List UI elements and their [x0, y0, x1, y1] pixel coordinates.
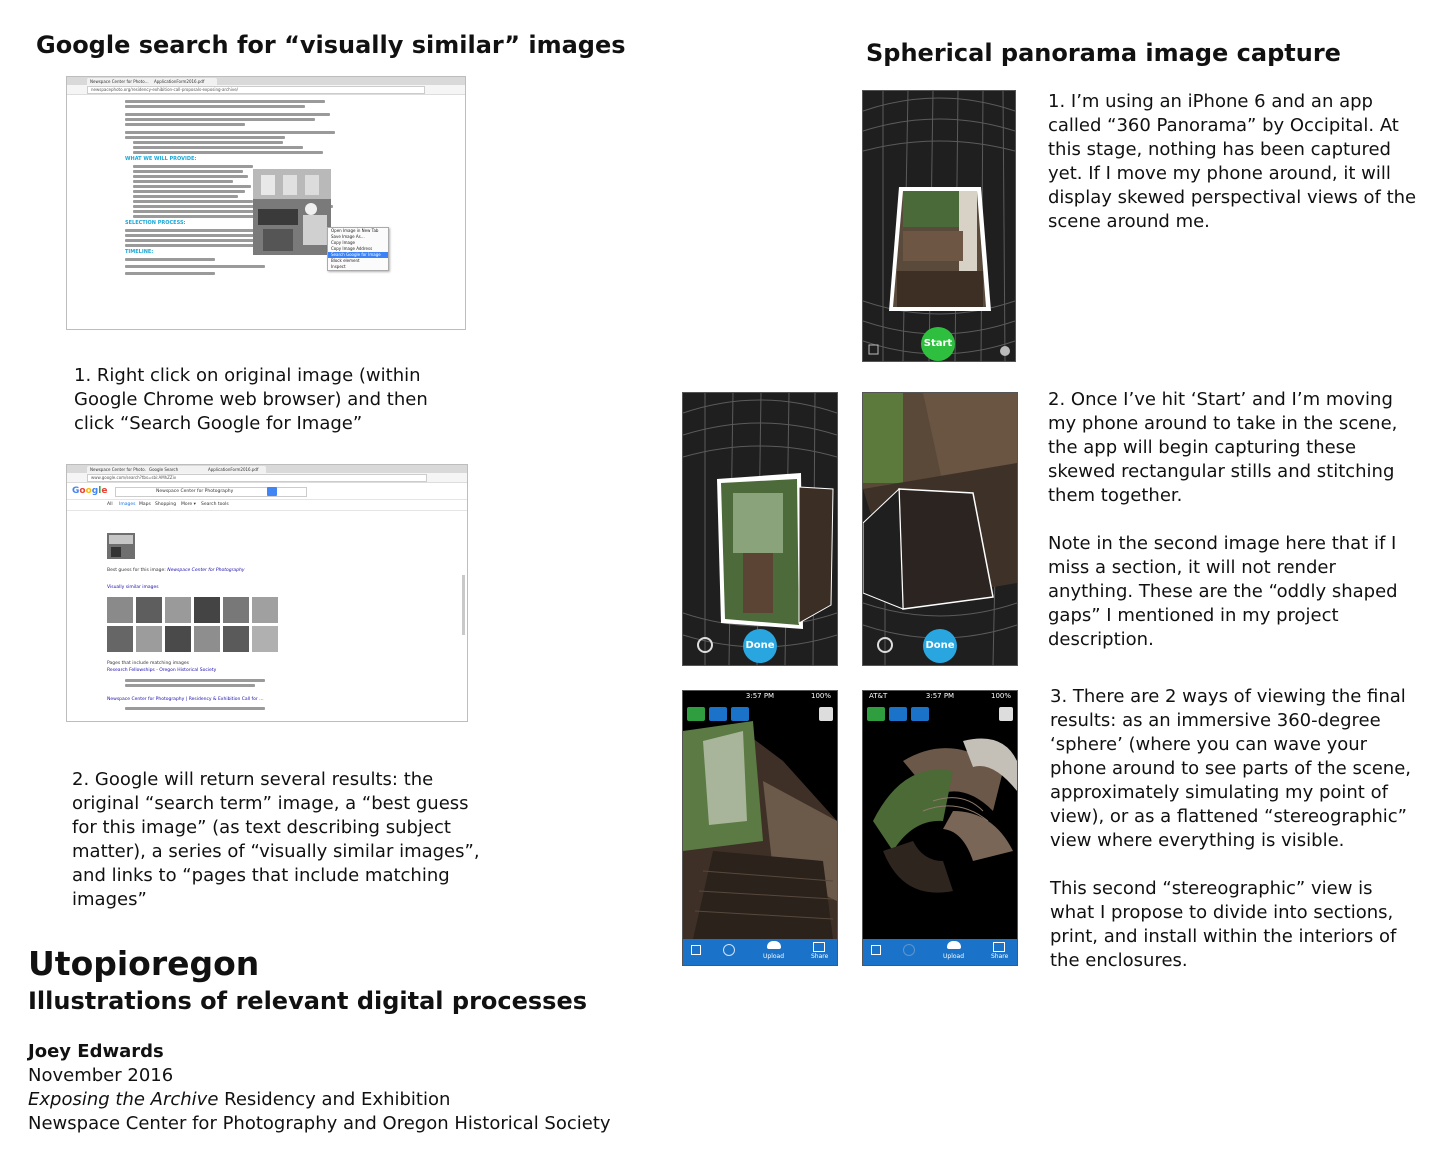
left-section-title: Google search for “visually similar” ima…: [36, 31, 626, 59]
gallery-icon[interactable]: [709, 707, 727, 721]
camera-icon[interactable]: [867, 707, 885, 721]
credit-date: November 2016: [28, 1065, 174, 1086]
status-bar: AT&T 3:57 PM 100%: [863, 691, 1017, 701]
residency-rest: Residency and Exhibition: [218, 1089, 451, 1110]
right-step-2: 2. Once I’ve hit ‘Start’ and I’m moving …: [1048, 389, 1398, 506]
chrome-context-menu-screenshot: Newspace Center for Photo… ApplicationFo…: [66, 76, 466, 330]
status-time: 3:57 PM: [745, 692, 775, 700]
google-search-bar: Google Newspace Center for Photography: [67, 483, 467, 500]
search-button[interactable]: [267, 487, 277, 496]
browser-tab: Newspace Center for Photo…: [87, 78, 153, 85]
url-field: newspacephoto.org/residency-exhibition-c…: [87, 86, 425, 94]
profile-icon[interactable]: [999, 707, 1013, 721]
menu-item-inspect[interactable]: Inspect: [328, 264, 388, 270]
context-menu: Open Image in New Tab Save Image As… Cop…: [327, 227, 389, 271]
upload-label[interactable]: Upload: [763, 953, 784, 960]
bottom-toolbar: Upload Share: [683, 939, 837, 965]
status-battery: 100%: [810, 692, 831, 700]
gallery-icon[interactable]: [889, 707, 907, 721]
done-button[interactable]: Done: [743, 629, 777, 663]
right-step-3-block: 3. There are 2 ways of viewing the final…: [1050, 685, 1422, 973]
upload-icon[interactable]: [947, 941, 961, 949]
browser-tab: Google Search: [146, 466, 207, 473]
nav-all[interactable]: All: [107, 502, 113, 508]
visually-similar-grid[interactable]: [107, 597, 279, 653]
best-guess-link[interactable]: Newspace Center for Photography: [167, 568, 244, 573]
result-link-1[interactable]: Research Fellowships - Oregon Historical…: [107, 668, 216, 674]
status-time: 3:57 PM: [925, 692, 955, 700]
browser-tab: ApplicationForm2016.pdf: [151, 78, 217, 85]
google-logo: Google: [72, 486, 108, 496]
share-label[interactable]: Share: [811, 953, 828, 960]
search-term-thumbnail[interactable]: [107, 533, 135, 559]
right-step-3: 3. There are 2 ways of viewing the final…: [1050, 686, 1412, 851]
project-title: Utopioregon: [28, 944, 260, 983]
start-button[interactable]: Start: [921, 327, 955, 361]
status-battery: 100%: [990, 692, 1011, 700]
comment-icon[interactable]: [731, 707, 749, 721]
nav-shopping[interactable]: Shopping: [155, 502, 176, 508]
left-step-1: 1. Right click on original image (within…: [74, 365, 428, 434]
comment-icon[interactable]: [911, 707, 929, 721]
right-step-3-note: This second “stereographic” view is what…: [1050, 878, 1397, 971]
search-input[interactable]: Newspace Center for Photography: [115, 487, 307, 497]
phone-screen-sphere: 3:57 PM 100% Upload Share: [682, 690, 838, 966]
browser-tab-strip: Newspace Center for Photo… Google Search…: [67, 465, 467, 473]
author-name: Joey Edwards: [28, 1041, 164, 1062]
browser-tab: ApplicationForm2016.pdf: [205, 466, 266, 473]
residency-name-italic: Exposing the Archive: [28, 1089, 219, 1110]
camera-icon[interactable]: [687, 707, 705, 721]
bottom-toolbar: Upload Share: [863, 939, 1017, 965]
nav-search-tools[interactable]: Search tools: [201, 502, 229, 508]
phone-screen-start: Start: [862, 90, 1016, 362]
provide-heading: WHAT WE WILL PROVIDE:: [125, 156, 197, 162]
profile-icon[interactable]: [819, 707, 833, 721]
scrollbar[interactable]: [462, 575, 465, 635]
status-bar: 3:57 PM 100%: [683, 691, 837, 701]
browser-tab-strip: Newspace Center for Photo… ApplicationFo…: [67, 77, 465, 85]
copy-icon[interactable]: [691, 945, 701, 955]
result-link-2[interactable]: Newspace Center for Photography | Reside…: [107, 697, 264, 703]
nav-images[interactable]: Images: [119, 502, 135, 508]
compass-icon[interactable]: [903, 944, 915, 956]
results-nav: All Images Maps Shopping More ▾ Search t…: [67, 500, 467, 511]
credit-organizations: Newspace Center for Photography and Oreg…: [28, 1113, 611, 1134]
status-carrier: AT&T: [869, 692, 888, 700]
google-results-screenshot: Newspace Center for Photo… Google Search…: [66, 464, 468, 722]
upload-label[interactable]: Upload: [943, 953, 964, 960]
copy-icon[interactable]: [871, 945, 881, 955]
nav-maps[interactable]: Maps: [139, 502, 151, 508]
best-guess-label: Best guess for this image:: [107, 568, 166, 573]
right-step-2-note: Note in the second image here that if I …: [1048, 533, 1398, 650]
share-icon[interactable]: [813, 942, 825, 952]
credit-residency: Exposing the Archive Residency and Exhib…: [28, 1088, 611, 1112]
url-field: www.google.com/search?tbs=sbi:AMhZZiv: [87, 474, 427, 482]
nav-more[interactable]: More ▾: [181, 502, 196, 508]
right-step-1: 1. I’m using an iPhone 6 and an app call…: [1048, 91, 1417, 232]
share-icon[interactable]: [993, 942, 1005, 952]
phone-screen-capturing-2: Done: [862, 392, 1018, 666]
upload-icon[interactable]: [767, 941, 781, 949]
left-step-2: 2. Google will return several results: t…: [72, 769, 480, 910]
right-step-2-block: 2. Once I’ve hit ‘Start’ and I’m moving …: [1048, 388, 1420, 652]
right-section-title: Spherical panorama image capture: [866, 39, 1341, 67]
browser-tab: Newspace Center for Photo…: [87, 466, 148, 473]
credits-block: Joey Edwards November 2016 Exposing the …: [28, 1040, 611, 1136]
project-subtitle: Illustrations of relevant digital proces…: [28, 987, 588, 1015]
done-button[interactable]: Done: [923, 629, 957, 663]
best-guess-line: Best guess for this image: Newspace Cent…: [107, 568, 307, 574]
address-bar: www.google.com/search?tbs=sbi:AMhZZiv: [67, 473, 467, 483]
compass-icon[interactable]: [723, 944, 735, 956]
address-bar: newspacephoto.org/residency-exhibition-c…: [67, 85, 465, 95]
share-label[interactable]: Share: [991, 953, 1008, 960]
phone-screen-stereographic: AT&T 3:57 PM 100% Upload Share: [862, 690, 1018, 966]
archival-photo-image[interactable]: [253, 169, 331, 255]
pages-heading: Pages that include matching images: [107, 661, 189, 666]
phone-screen-capturing-1: Done: [682, 392, 838, 666]
visually-similar-heading[interactable]: Visually similar images: [107, 585, 159, 591]
